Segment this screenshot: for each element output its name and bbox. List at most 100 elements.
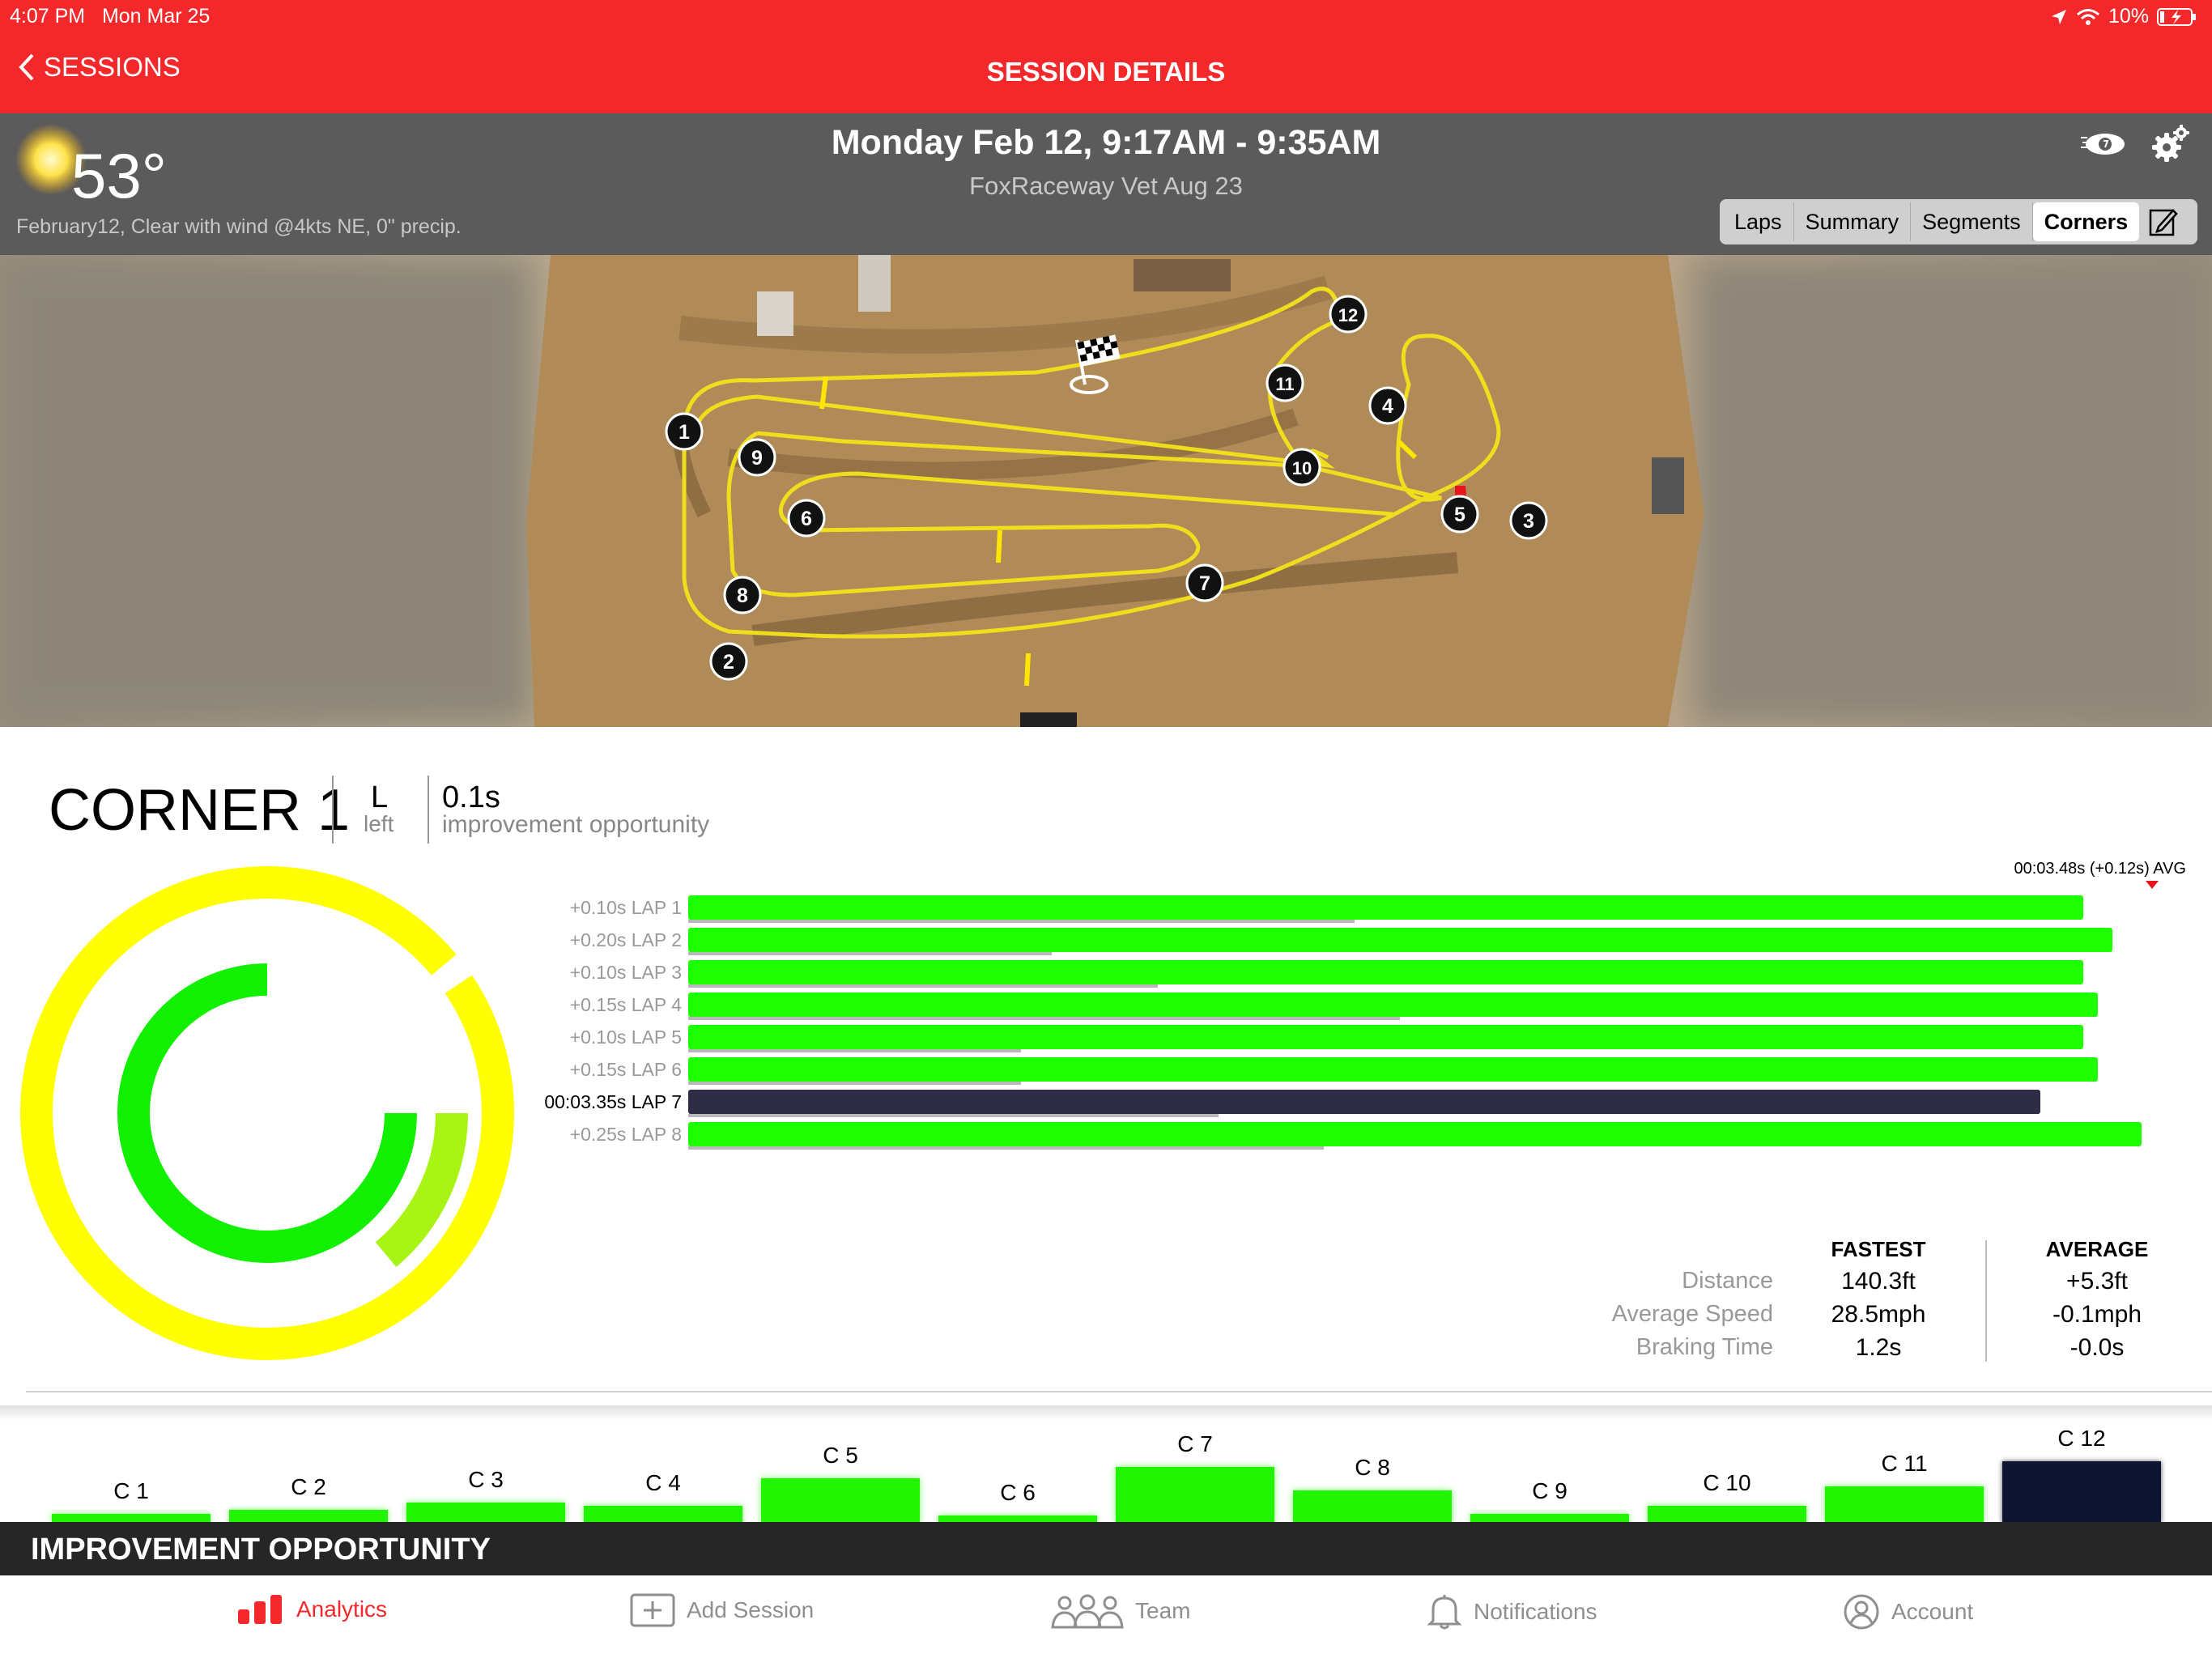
corner-marker-1[interactable]: 1 (665, 412, 704, 451)
average-marker-icon (2146, 881, 2159, 889)
lap-label: +0.15s LAP 6 (569, 1059, 682, 1080)
status-clock: 4:07 PM (10, 5, 86, 28)
ring-inner (117, 963, 417, 1263)
corner-marker-label: 4 (1382, 395, 1393, 418)
settings-gear-icon[interactable] (2150, 123, 2191, 164)
divider (1985, 1240, 1987, 1362)
tab-summary[interactable]: Summary (1794, 202, 1912, 241)
location-icon (2051, 9, 2066, 24)
battery-charging-icon (2157, 7, 2196, 26)
corner-marker-7[interactable]: 7 (1185, 563, 1224, 602)
corner-bar[interactable] (1648, 1506, 1806, 1524)
lap-bar[interactable] (688, 960, 2083, 984)
tab-add-session[interactable]: Add Session (630, 1593, 814, 1627)
average-header: AVERAGE (2045, 1237, 2149, 1261)
corner-bar[interactable] (406, 1503, 565, 1524)
corner-marker-2[interactable]: 2 (709, 642, 748, 681)
improvement-title: IMPROVEMENT OPPORTUNITY (31, 1533, 491, 1567)
tab-notifications[interactable]: Notifications (1427, 1593, 1597, 1630)
nav-title: SESSION DETAILS (986, 57, 1226, 87)
edit-pencil-icon (2149, 209, 2178, 236)
lap-bar[interactable] (688, 1025, 2083, 1049)
tab-analytics[interactable]: Analytics (236, 1593, 387, 1626)
corner-bar-label: C 1 (113, 1478, 149, 1503)
status-date: Mon Mar 25 (101, 5, 211, 28)
lap-label: +0.10s LAP 5 (569, 1027, 682, 1048)
tab-account[interactable]: Account (1843, 1593, 1973, 1630)
corner-ring-chart (20, 866, 514, 1360)
lap-bar[interactable] (688, 1090, 2040, 1114)
corner-bar-label: C 12 (2057, 1426, 2106, 1451)
corner-marker-8[interactable]: 8 (723, 576, 762, 614)
corner-bar[interactable] (1116, 1467, 1274, 1524)
edit-button[interactable] (2139, 202, 2188, 241)
corner-marker-11[interactable]: 11 (1266, 363, 1304, 402)
corner-bar-label: C 10 (1703, 1470, 1751, 1495)
lap-label: 00:03.35s LAP 7 (544, 1091, 682, 1112)
stat-average-value: +5.3ft (2066, 1268, 2128, 1295)
tab-laps[interactable]: Laps (1723, 202, 1794, 241)
view-segmented-control: Laps Summary Segments Corners (1720, 199, 2197, 244)
corner-bar-label: C 9 (1532, 1478, 1568, 1503)
stat-fastest-value: 1.2s (1855, 1334, 1902, 1361)
tab-add-session-label: Add Session (687, 1597, 815, 1622)
stat-label: Distance (1682, 1268, 1773, 1294)
corner-bar-label: C 4 (645, 1470, 681, 1495)
corner-bar[interactable] (1825, 1486, 1984, 1524)
stat-average-value: -0.0s (2069, 1334, 2125, 1361)
ring-outer (20, 866, 514, 1360)
section-shadow (0, 1405, 2212, 1420)
lap-bar[interactable] (688, 1122, 2142, 1146)
corner-marker-6[interactable]: 6 (787, 499, 826, 538)
corner-bar-label: C 3 (468, 1467, 504, 1492)
tab-corners[interactable]: Corners (2032, 202, 2140, 241)
lap-bar[interactable] (688, 993, 2098, 1017)
corner-marker-9[interactable]: 9 (738, 438, 776, 477)
corner-marker-label: 7 (1199, 572, 1210, 595)
lap-bar-reference (688, 1017, 1400, 1020)
weather-description: February12, Clear with wind @4kts NE, 0"… (16, 215, 462, 238)
analytics-icon (238, 1595, 282, 1624)
improvement-value: 0.1s (442, 780, 500, 814)
corner-marker-12[interactable]: 12 (1329, 295, 1368, 334)
corner-bar[interactable] (1293, 1490, 1452, 1524)
tab-segments[interactable]: Segments (1911, 202, 2033, 241)
lap-bar-reference (688, 952, 1052, 955)
corner-bar-label: C 7 (1177, 1431, 1213, 1456)
lap-bar-reference (688, 920, 1355, 923)
corner-marker-3[interactable]: 3 (1509, 501, 1548, 540)
tab-account-label: Account (1891, 1599, 1974, 1624)
lap-bar[interactable] (688, 1057, 2098, 1082)
divider (428, 776, 429, 844)
session-track: FoxRaceway Vet Aug 23 (969, 172, 1243, 200)
lap-label: +0.20s LAP 2 (569, 929, 682, 950)
stat-label: Average Speed (1611, 1301, 1773, 1327)
fastest-header: FASTEST (1831, 1237, 1926, 1261)
corner-bar[interactable] (584, 1506, 742, 1524)
divider (332, 776, 334, 844)
corner-marker-4[interactable]: 4 (1368, 386, 1407, 425)
lap-bar-reference (688, 984, 1158, 988)
corner-marker-label: 10 (1292, 458, 1312, 478)
lap-label: +0.10s LAP 3 (569, 962, 682, 983)
corner-marker-label: 8 (737, 585, 748, 607)
corner-marker-label: 9 (751, 447, 763, 470)
corner-direction-word: left (364, 811, 394, 836)
lap-bar-reference (688, 1082, 1021, 1085)
lap-bar[interactable] (688, 895, 2083, 920)
track-map[interactable]: 1 2 3 4 5 6 7 8 9 10 11 12 (0, 255, 2212, 727)
corner-marker-5[interactable]: 5 (1440, 495, 1479, 534)
device-icon[interactable] (2079, 130, 2128, 159)
corner-marker-10[interactable]: 10 (1283, 448, 1321, 487)
corner-bar-label: C 5 (823, 1443, 858, 1468)
stat-fastest-value: 140.3ft (1841, 1268, 1916, 1295)
tab-team[interactable]: Team (1051, 1593, 1190, 1629)
corner-bar[interactable] (2002, 1461, 2161, 1524)
lap-label: +0.15s LAP 4 (569, 994, 682, 1015)
add-session-icon (630, 1593, 675, 1627)
track-map-canvas: 123456789 101112 (0, 255, 2212, 727)
status-indicators: 10% (2050, 5, 2197, 28)
lap-bar[interactable] (688, 928, 2112, 952)
corner-bar[interactable] (761, 1478, 920, 1524)
status-time: 4:07 PM Mon Mar 25 (10, 5, 210, 28)
